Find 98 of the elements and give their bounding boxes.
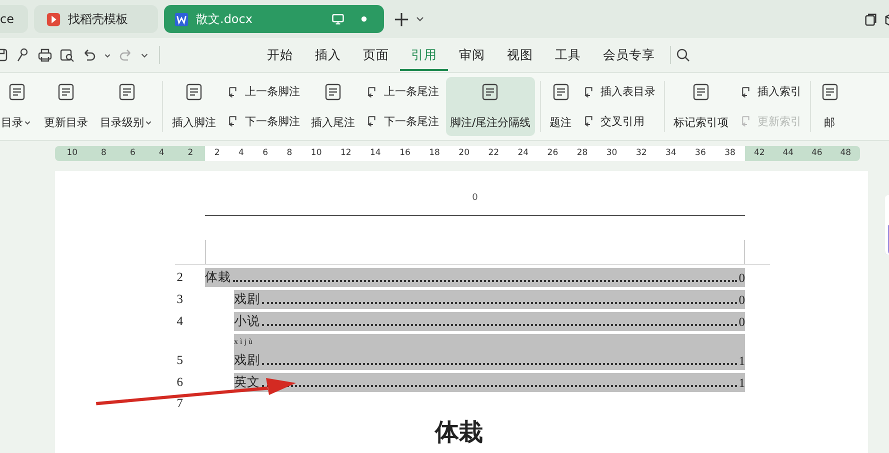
ribbon-tab[interactable]: 开始 — [256, 40, 304, 70]
ribbon-small-button[interactable]: 交叉引用 — [580, 112, 659, 131]
ruler-number: 36 — [695, 148, 706, 158]
ribbon-tab[interactable]: 引用 — [400, 40, 448, 70]
app-logo-icon — [46, 12, 61, 26]
page-number: 0 — [738, 293, 745, 308]
ruler-number: 24 — [518, 148, 529, 158]
document-tab[interactable]: 找稻壳模板 — [34, 5, 158, 33]
toc-entry[interactable]: xìjù 戏剧 1 — [234, 334, 745, 370]
ribbon-small-button[interactable]: 上一条尾注 — [363, 82, 442, 102]
ruler-number: 44 — [782, 148, 794, 158]
ruler-number: 34 — [665, 148, 676, 158]
ruler-number: 16 — [400, 148, 410, 158]
restore-window-icon[interactable] — [863, 12, 878, 26]
toc-entry-title: 英文 — [234, 374, 260, 391]
ruler-number: 2 — [214, 148, 220, 158]
page-number: 0 — [738, 315, 745, 330]
ruler-number: 28 — [576, 148, 588, 158]
ruler-number: 12 — [340, 148, 352, 158]
chevron-down-icon[interactable] — [415, 14, 425, 24]
ruler-number: 4 — [238, 148, 244, 158]
toc-entry-title: 小说 — [234, 313, 260, 330]
page-number: 1 — [738, 354, 745, 369]
ribbon-tab[interactable]: 插入 — [304, 40, 352, 70]
new-tab-icon[interactable] — [394, 12, 409, 26]
ribbon-button[interactable]: 插入脚注 — [168, 77, 220, 136]
ruler-number: 8 — [286, 148, 292, 158]
document-lines-icon — [323, 82, 343, 102]
ribbon-tab[interactable]: 视图 — [496, 40, 544, 70]
ruler-number: 18 — [429, 148, 440, 158]
page-number: 0 — [738, 271, 745, 286]
toc-entry[interactable]: 英文 1 — [234, 373, 745, 392]
ribbon-tab[interactable]: 会员专享 — [592, 40, 666, 70]
line-number: 3 — [176, 292, 184, 308]
ruler-number: 4 — [158, 148, 164, 158]
document-lines-icon — [56, 82, 76, 102]
ruler-number: 38 — [724, 148, 736, 158]
ribbon-button[interactable]: 脚注/尾注分隔线 — [446, 77, 535, 136]
ruler-number: 20 — [458, 148, 470, 158]
toc-entry-title: 戏剧 — [234, 291, 260, 308]
ribbon-small-button[interactable]: 上一条脚注 — [224, 82, 303, 102]
document-lines-icon — [691, 82, 712, 102]
ribbon-button[interactable]: 题注 — [546, 77, 576, 136]
toc-entry-title: 体栽 — [205, 269, 231, 286]
ruler-number: 8 — [101, 148, 106, 158]
ribbon-tab[interactable]: 工具 — [544, 40, 592, 70]
document-lines-icon — [184, 82, 204, 102]
ruler-number: 32 — [636, 148, 647, 158]
ribbon-small-button[interactable]: 插入索引 — [736, 82, 805, 102]
ruler-number: 46 — [811, 148, 822, 158]
ribbon-tab[interactable]: 审阅 — [448, 40, 496, 70]
toc-entry[interactable]: 体栽 0 — [205, 268, 745, 287]
ruler-number: 6 — [130, 148, 136, 158]
unsaved-dot-icon — [360, 15, 368, 23]
ruler-number: 22 — [488, 148, 500, 158]
header-text: 0 — [472, 193, 478, 205]
ribbon-tab[interactable]: 页面 — [352, 40, 400, 70]
ribbon-button[interactable]: 邮 — [816, 77, 844, 136]
line-number: 4 — [176, 314, 184, 330]
ribbon-button[interactable]: 插入尾注 — [307, 77, 359, 136]
ruler-number: 10 — [66, 148, 78, 158]
document-lines-icon — [6, 82, 26, 102]
toc-entry[interactable]: 戏剧 0 — [234, 290, 745, 309]
ruler-number: 14 — [370, 148, 381, 158]
ruler-number: 2 — [188, 148, 194, 158]
ribbon-button[interactable]: 更新目录 — [40, 77, 92, 136]
line-number: 2 — [176, 270, 184, 286]
search-icon[interactable] — [675, 47, 691, 63]
ribbon-button[interactable]: 标记索引项 — [670, 77, 733, 136]
document-lines-icon — [550, 82, 571, 102]
ruler-number: 10 — [310, 148, 322, 158]
ruler-number: 26 — [547, 148, 558, 158]
toc-entry[interactable]: 小说 0 — [234, 312, 745, 331]
ribbon-button[interactable]: 目录级别 — [96, 77, 157, 136]
ruler-number: 42 — [754, 148, 765, 158]
ribbon-button[interactable]: 目录 — [0, 77, 36, 136]
page-number: 1 — [738, 376, 745, 391]
ruler-number: 6 — [262, 148, 268, 158]
pinyin-text: xìjù — [234, 337, 256, 346]
document-lines-icon — [116, 82, 136, 102]
ribbon-small-button[interactable]: 下一条脚注 — [224, 112, 303, 131]
ruler-number: 48 — [840, 148, 852, 158]
line-number: 5 — [176, 353, 184, 369]
ribbon-small-button[interactable]: 下一条尾注 — [363, 112, 442, 131]
monitor-icon[interactable] — [331, 12, 345, 26]
document-lines-icon — [820, 82, 840, 102]
toc-entry-title: 戏剧 — [234, 352, 260, 369]
line-number: 7 — [176, 396, 184, 412]
heading: 体栽 — [435, 419, 484, 447]
document-tab[interactable]: ce — [0, 5, 28, 33]
document-tab[interactable]: 散文.docx — [164, 5, 384, 33]
ribbon-small-button[interactable]: 插入表目录 — [580, 82, 659, 102]
document-lines-icon — [480, 82, 500, 102]
line-number: 6 — [176, 375, 184, 391]
print-preview-icon[interactable] — [59, 47, 75, 63]
writer-logo-icon — [174, 12, 189, 26]
print-icon[interactable] — [37, 47, 53, 63]
ruler-number: 30 — [606, 148, 618, 158]
